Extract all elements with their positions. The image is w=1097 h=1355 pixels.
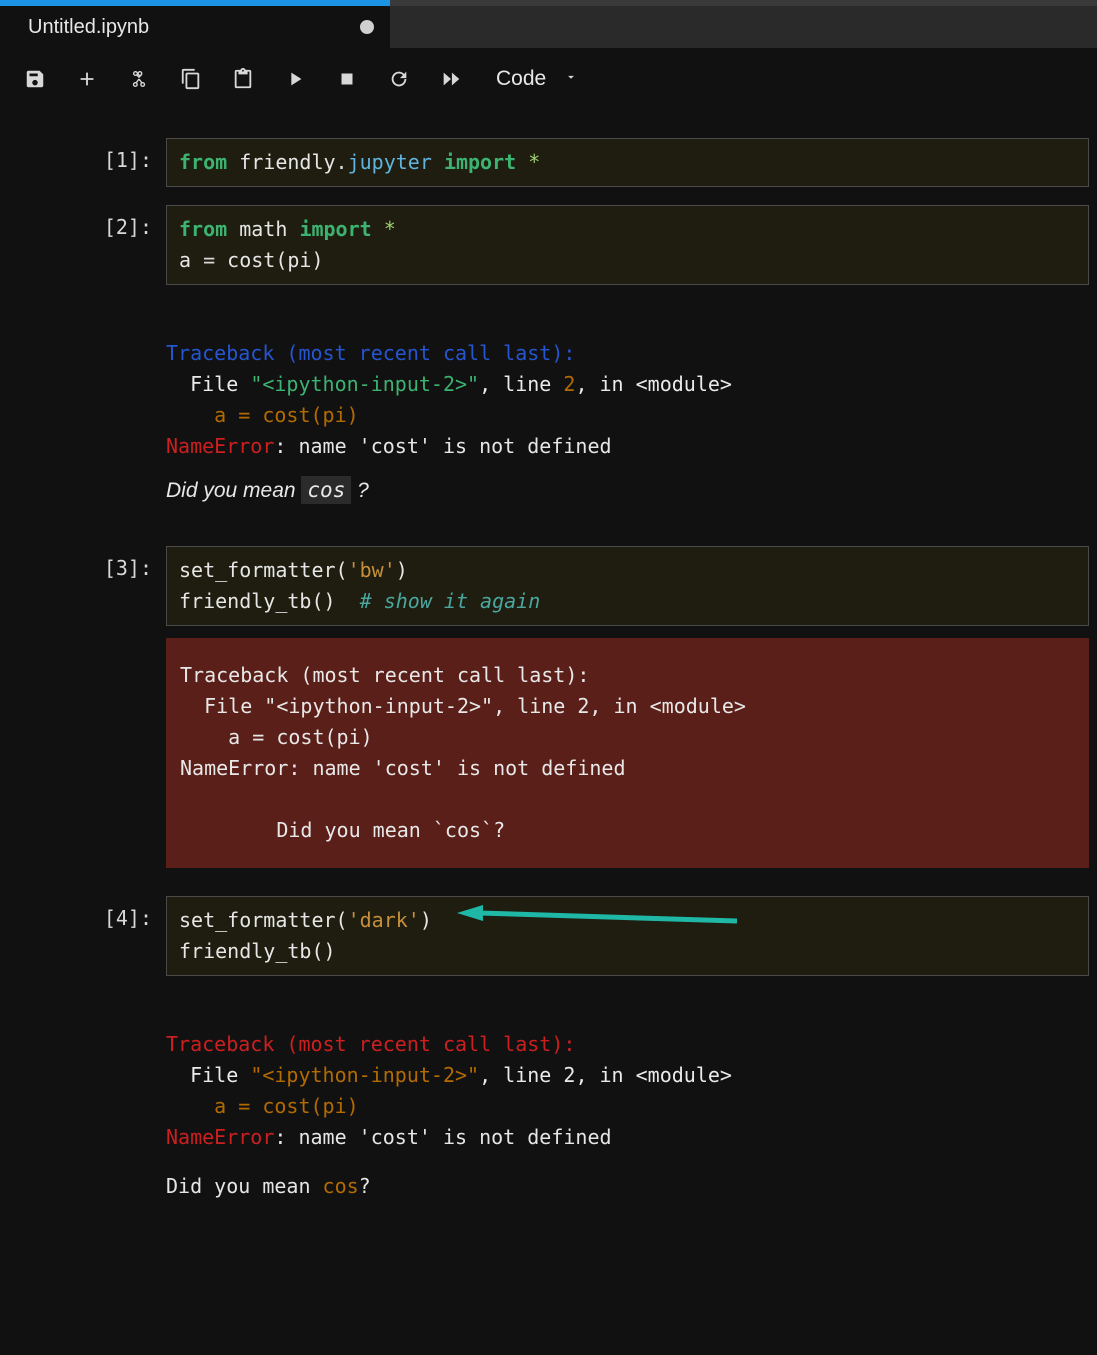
token-string: 'bw' (348, 558, 396, 582)
token-module: friendly (239, 150, 335, 174)
token-star: * (384, 217, 396, 241)
tab-title: Untitled.ipynb (28, 16, 350, 39)
traceback-error-name: NameError (166, 434, 274, 458)
traceback-lineno: 2 (563, 1063, 575, 1087)
prompt-2: [2]: (8, 205, 166, 285)
traceback-filename: "<ipython-input-2>" (250, 372, 479, 396)
tab-bar: Untitled.ipynb (0, 6, 1097, 48)
token-keyword: from (179, 150, 227, 174)
token-submodule: jupyter (348, 150, 432, 174)
cell-4-output: Traceback (most recent call last): File … (166, 988, 1089, 1212)
notebook-toolbar: Code (0, 48, 1097, 116)
cell-4: [4]: set_formatter('dark') friendly_tb() (8, 896, 1089, 976)
traceback-inmodule: , in <module> (575, 1063, 732, 1087)
token-call: set_formatter( (179, 908, 348, 932)
traceback-codeline: a = cost(pi) (180, 725, 373, 749)
token-comment: # show it again (360, 589, 541, 613)
cell-2-output: Traceback (most recent call last): File … (166, 297, 1089, 518)
token-call: set_formatter( (179, 558, 348, 582)
paste-button[interactable] (230, 66, 256, 92)
cell-type-select[interactable]: Code (496, 67, 578, 91)
traceback-codeline: a = cost(pi) (166, 403, 359, 427)
annotation-arrow (457, 903, 737, 927)
traceback-file-label: File (166, 372, 250, 396)
traceback-filename: "<ipython-input-2>" (250, 1063, 479, 1087)
did-you-mean: Did you mean cos? (166, 1171, 1089, 1202)
cell-4-output-row: Traceback (most recent call last): File … (8, 988, 1089, 1212)
traceback-linecomma: , line (479, 372, 563, 396)
did-you-mean: Did you mean `cos`? (180, 818, 505, 842)
tab-untitled-ipynb[interactable]: Untitled.ipynb (0, 6, 390, 48)
cell-type-label: Code (496, 67, 546, 91)
stop-button[interactable] (334, 66, 360, 92)
traceback-file-line: File "<ipython-input-2>", line 2, in <mo… (180, 694, 746, 718)
traceback-header: Traceback (most recent call last): (166, 1032, 575, 1056)
traceback-file-label: File (166, 1063, 250, 1087)
token-string: 'dark' (348, 908, 420, 932)
cell-3-output-row: Traceback (most recent call last): File … (8, 638, 1089, 868)
didyou-suggestion: cos (301, 476, 351, 504)
prompt-empty (8, 638, 166, 868)
cell-2-input[interactable]: from math import * a = cost(pi) (166, 205, 1089, 285)
didyou-pre: Did you mean (166, 479, 301, 502)
token-id: a (179, 248, 203, 272)
cell-1-input[interactable]: from friendly.jupyter import * (166, 138, 1089, 187)
cell-1: [1]: from friendly.jupyter import * (8, 138, 1089, 187)
didyou-post: ? (351, 479, 369, 502)
prompt-empty (8, 297, 166, 518)
didyou-post: ? (359, 1174, 371, 1198)
run-button[interactable] (282, 66, 308, 92)
cell-2-output-row: Traceback (most recent call last): File … (8, 297, 1089, 518)
traceback-lineno: 2 (563, 372, 575, 396)
token-eq: = (203, 248, 215, 272)
token-call: friendly_tb() (179, 589, 360, 613)
unsaved-dot-icon (360, 20, 374, 34)
cut-button[interactable] (126, 66, 152, 92)
traceback-error-msg: : name 'cost' is not defined (274, 1125, 611, 1149)
prompt-3: [3]: (8, 546, 166, 626)
traceback-error-line: NameError: name 'cost' is not defined (180, 756, 626, 780)
token-call: cost(pi) (215, 248, 323, 272)
traceback-header: Traceback (most recent call last): (180, 663, 589, 687)
cell-3: [3]: set_formatter('bw') friendly_tb() #… (8, 546, 1089, 626)
token-dot: . (336, 150, 348, 174)
restart-run-all-button[interactable] (438, 66, 464, 92)
didyou-suggestion: cos (323, 1174, 359, 1198)
traceback-header: Traceback (most recent call last): (166, 341, 575, 365)
cell-3-input[interactable]: set_formatter('bw') friendly_tb() # show… (166, 546, 1089, 626)
token-star: * (528, 150, 540, 174)
copy-button[interactable] (178, 66, 204, 92)
cell-4-input[interactable]: set_formatter('dark') friendly_tb() (166, 896, 1089, 976)
token-call: friendly_tb() (179, 939, 336, 963)
didyou-pre: Did you mean (166, 1174, 323, 1198)
save-button[interactable] (22, 66, 48, 92)
traceback-linecomma: , line (479, 1063, 563, 1087)
prompt-empty (8, 988, 166, 1212)
token-module: math (239, 217, 287, 241)
token-keyword: from (179, 217, 227, 241)
traceback-error-msg: : name 'cost' is not defined (274, 434, 611, 458)
chevron-down-icon (564, 70, 578, 89)
did-you-mean: Did you mean cos ? (166, 474, 1089, 508)
traceback-error-name: NameError (166, 1125, 274, 1149)
traceback-inmodule: , in <module> (575, 372, 732, 396)
prompt-1: [1]: (8, 138, 166, 187)
token-paren: ) (420, 908, 432, 932)
token-keyword: import (299, 217, 371, 241)
token-keyword: import (444, 150, 516, 174)
notebook-body: [1]: from friendly.jupyter import * [2]:… (0, 116, 1097, 1212)
cell-3-output: Traceback (most recent call last): File … (166, 638, 1089, 868)
prompt-4: [4]: (8, 896, 166, 976)
traceback-codeline: a = cost(pi) (166, 1094, 359, 1118)
restart-button[interactable] (386, 66, 412, 92)
cell-2: [2]: from math import * a = cost(pi) (8, 205, 1089, 285)
insert-cell-button[interactable] (74, 66, 100, 92)
token-paren: ) (396, 558, 408, 582)
